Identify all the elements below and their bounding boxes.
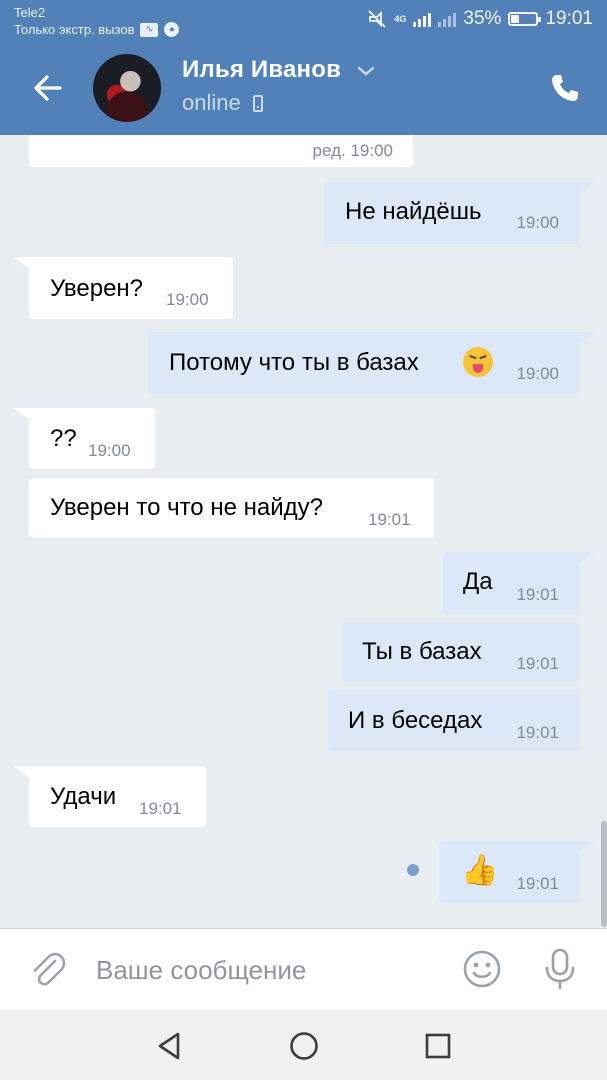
message-text: И в беседах	[348, 707, 483, 734]
message-outgoing[interactable]: 👍 19:01	[439, 841, 595, 903]
smile-icon[interactable]	[462, 949, 502, 989]
message-incoming[interactable]: Уверен? 19:00	[13, 257, 233, 319]
message-incoming[interactable]: ?? 19:00	[13, 408, 155, 469]
message-time: 19:01	[516, 874, 559, 893]
message-time: 19:00	[88, 441, 131, 460]
activity-icon: ∿	[140, 22, 159, 37]
message-time: 19:00	[166, 290, 209, 309]
system-navigation-bar	[0, 1010, 607, 1080]
bubble-tail	[13, 408, 33, 422]
phone-call-icon[interactable]	[549, 72, 581, 104]
message-list[interactable]: ред. 19:00 Не найдёшь 19:00 Уверен? 19:0…	[0, 135, 607, 928]
battery-icon	[508, 12, 542, 26]
scrollbar[interactable]	[601, 821, 607, 927]
status-bar-right: 4G 35% 19:01	[367, 8, 593, 30]
message-time: 19:01	[516, 654, 559, 673]
presence-status: online	[182, 90, 263, 116]
message-outgoing[interactable]: Не найдёшь 19:00	[324, 182, 595, 244]
message-text: Да	[463, 568, 493, 595]
message-time: 19:00	[516, 213, 559, 232]
bubble-tail	[575, 182, 595, 196]
tongue-out-face-emoji	[463, 347, 493, 377]
back-arrow-icon[interactable]	[30, 70, 66, 106]
app-header: Tele2 Только экстр. вызов ∿ ● 4G 35% 19:…	[0, 0, 607, 135]
shield-icon: ●	[164, 22, 180, 37]
signal-icon	[413, 11, 432, 27]
message-incoming[interactable]: ред. 19:00	[29, 135, 413, 167]
message-time: 19:01	[139, 799, 182, 818]
mute-icon	[368, 10, 387, 28]
bubble-tail	[575, 841, 595, 855]
message-time: 19:00	[516, 364, 559, 383]
bubble-tail	[13, 257, 33, 271]
contact-name[interactable]: Илья Иванов	[182, 56, 341, 84]
bubble-tail	[13, 766, 33, 780]
status-bar-left: Tele2 Только экстр. вызов ∿ ●	[14, 4, 180, 38]
avatar[interactable]	[93, 54, 161, 122]
unread-indicator	[407, 864, 419, 876]
message-composer: Ваше сообщение	[0, 928, 607, 1010]
bubble-tail	[575, 552, 595, 566]
message-text: Потому что ты в базах	[169, 349, 419, 376]
presence-label: online	[182, 90, 241, 115]
message-time: 19:01	[368, 510, 411, 529]
network-type: 4G	[394, 13, 407, 24]
carrier-name: Tele2	[14, 5, 46, 20]
carrier-note: Только экстр. вызов	[14, 22, 135, 37]
message-input[interactable]: Ваше сообщение	[96, 955, 306, 986]
message-text: Уверен?	[50, 275, 144, 302]
message-time: 19:01	[516, 723, 559, 742]
message-text: Уверен то что не найду?	[50, 494, 323, 521]
microphone-icon[interactable]	[540, 947, 580, 991]
message-outgoing[interactable]: И в беседах 19:01	[328, 690, 579, 751]
chevron-down-icon[interactable]	[356, 64, 376, 78]
message-text: Не найдёшь	[345, 198, 482, 225]
bubble-tail	[575, 332, 595, 346]
nav-recent-apps-icon[interactable]	[422, 1030, 454, 1062]
thumbs-up-emoji: 👍	[461, 854, 499, 887]
message-text: Ты в базах	[362, 638, 482, 665]
message-incoming[interactable]: Уверен то что не найду? 19:01	[29, 478, 434, 538]
message-text: Удачи	[50, 783, 117, 810]
message-time: ред. 19:00	[312, 141, 393, 160]
mobile-phone-icon	[252, 94, 263, 112]
message-text: ??	[50, 425, 77, 452]
message-incoming[interactable]: Удачи 19:01	[13, 766, 206, 827]
nav-home-icon[interactable]	[288, 1030, 320, 1062]
message-outgoing[interactable]: Потому что ты в базах 19:00	[148, 332, 595, 394]
message-outgoing[interactable]: Ты в базах 19:01	[342, 622, 579, 682]
message-time: 19:01	[516, 585, 559, 604]
message-outgoing[interactable]: Да 19:01	[443, 552, 595, 614]
signal-2-icon	[438, 11, 457, 27]
clock: 19:01	[545, 8, 593, 29]
paperclip-icon[interactable]	[28, 949, 68, 989]
nav-back-icon[interactable]	[154, 1030, 186, 1062]
battery-percent: 35%	[463, 8, 502, 29]
